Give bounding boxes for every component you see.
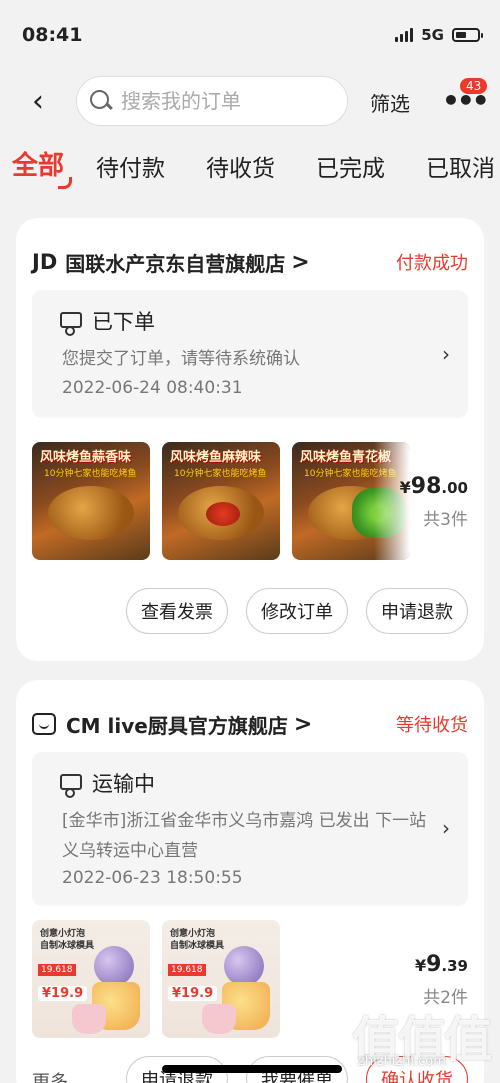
watermark-glyph: 值 <box>444 1012 493 1068</box>
price-integer: 9 <box>426 952 442 977</box>
order-card[interactable]: JD 国联水产京东自营旗舰店 > 付款成功 已下单 您提交了订单，请等待系统确认… <box>16 218 484 661</box>
shop-header[interactable]: JD 国联水产京东自营旗舰店 > 付款成功 <box>32 246 468 278</box>
chili-topping <box>206 502 240 526</box>
product-tag: 风味烤鱼蒜香味 <box>40 450 132 465</box>
order-total: ¥98.00 共3件 <box>400 474 468 530</box>
back-icon[interactable]: ‹ <box>32 82 44 122</box>
logistics-panel[interactable]: 已下单 您提交了订单，请等待系统确认 2022-06-24 08:40:31 › <box>32 290 468 418</box>
tab-pending-payment[interactable]: 待付款 <box>96 149 165 183</box>
cup-pink <box>72 1004 106 1034</box>
logistics-time: 2022-06-24 08:40:31 <box>62 378 243 398</box>
truck-icon <box>60 774 82 798</box>
search-bar[interactable] <box>76 76 348 126</box>
message-badge: 43 <box>460 78 488 94</box>
cup-pink <box>202 1004 236 1034</box>
product-tag: 创意小灯泡 自制冰球模具 <box>170 929 225 951</box>
ice-ball-mold <box>94 946 134 986</box>
home-indicator[interactable] <box>162 1065 342 1073</box>
product-list[interactable]: 风味烤鱼蒜香味 10分钟七家也能吃烤鱼 风味烤鱼麻辣味 10分钟七家也能吃烤鱼 … <box>32 442 410 560</box>
watermark-text: zhizhizhi.com <box>358 1054 446 1069</box>
tab-pending-receipt[interactable]: 待收货 <box>206 149 275 183</box>
product-thumbnail[interactable]: 创意小灯泡 自制冰球模具 19.618 ¥19.9 <box>162 920 280 1038</box>
price-decimal: .39 <box>441 957 468 975</box>
promo-badge: 19.618 <box>38 964 76 976</box>
product-subtag: 10分钟七家也能吃烤鱼 <box>44 469 137 479</box>
product-thumbnail[interactable]: 风味烤鱼麻辣味 10分钟七家也能吃烤鱼 <box>162 442 280 560</box>
currency-symbol: ¥ <box>414 956 427 975</box>
status-indicators: 5G <box>395 26 483 44</box>
product-thumbnail[interactable]: 风味烤鱼蒜香味 10分钟七家也能吃烤鱼 <box>32 442 150 560</box>
logistics-time: 2022-06-23 18:50:55 <box>62 868 243 888</box>
network-label: 5G <box>421 26 444 44</box>
nav-bar: ‹ 筛选 ••• 43 <box>0 72 500 132</box>
order-status: 等待收货 <box>396 715 468 736</box>
product-subtag: 10分钟七家也能吃烤鱼 <box>174 469 267 479</box>
logistics-panel[interactable]: 运输中 [金华市]浙江省金华市义乌市嘉鸿 已发出 下一站 义乌转运中心直营 20… <box>32 752 468 906</box>
shop-icon <box>32 713 56 735</box>
logistics-title: 已下单 <box>92 310 155 334</box>
site-watermark: 值 值 值 zhizhizhi.com <box>352 1000 492 1080</box>
chevron-right-icon: > <box>291 249 310 275</box>
logistics-desc: [金华市]浙江省金华市义乌市嘉鸿 已发出 下一站 义乌转运中心直营 <box>62 811 427 861</box>
price-integer: 98 <box>410 474 442 499</box>
signal-icon <box>395 28 414 42</box>
fish-dish <box>48 486 134 540</box>
battery-icon <box>452 28 483 42</box>
more-actions-link[interactable]: 更多 <box>32 1068 68 1083</box>
tab-active-indicator <box>58 177 72 189</box>
price: ¥98.00 <box>400 474 468 499</box>
request-refund-button[interactable]: 申请退款 <box>366 588 468 634</box>
shop-header[interactable]: CM live厨具官方旗舰店 > 等待收货 <box>32 708 468 740</box>
chevron-right-icon[interactable]: › <box>442 342 450 366</box>
promo-badge: 19.618 <box>168 964 206 976</box>
product-list[interactable]: 创意小灯泡 自制冰球模具 19.618 ¥19.9 创意小灯泡 自制冰球模具 1… <box>32 920 280 1038</box>
price: ¥9.39 <box>415 952 468 977</box>
jd-logo: JD <box>32 250 58 274</box>
product-price-tag: ¥19.9 <box>38 986 88 1001</box>
logistics-desc: 您提交了订单，请等待系统确认 <box>62 349 300 369</box>
product-thumbnail[interactable]: 创意小灯泡 自制冰球模具 19.618 ¥19.9 <box>32 920 150 1038</box>
ice-ball-mold <box>224 946 264 986</box>
product-tag: 创意小灯泡 自制冰球模具 <box>40 929 95 951</box>
product-tag: 风味烤鱼麻辣味 <box>170 450 262 465</box>
status-bar: 08:41 5G <box>0 0 500 60</box>
product-price-tag: ¥19.9 <box>168 986 218 1001</box>
search-icon <box>89 89 113 113</box>
tab-all[interactable]: 全部 <box>12 145 64 182</box>
shop-name[interactable]: 国联水产京东自营旗舰店 <box>65 248 285 277</box>
status-time: 08:41 <box>22 24 83 46</box>
chevron-right-icon[interactable]: › <box>442 816 450 840</box>
view-invoice-button[interactable]: 查看发票 <box>126 588 228 634</box>
truck-icon <box>60 312 82 336</box>
filter-button[interactable]: 筛选 <box>370 88 410 117</box>
item-count: 共3件 <box>423 510 468 530</box>
shop-name[interactable]: CM live厨具官方旗舰店 <box>66 710 288 739</box>
chevron-right-icon: > <box>293 711 313 737</box>
order-tabs: 全部 待付款 待收货 已完成 已取消 <box>0 145 500 193</box>
order-actions: 查看发票 修改订单 申请退款 <box>126 588 468 634</box>
currency-symbol: ¥ <box>399 478 411 497</box>
logistics-title: 运输中 <box>92 772 155 796</box>
tab-completed[interactable]: 已完成 <box>316 149 385 183</box>
modify-order-button[interactable]: 修改订单 <box>246 588 348 634</box>
order-status: 付款成功 <box>396 253 468 274</box>
tab-cancelled[interactable]: 已取消 <box>426 149 495 183</box>
price-decimal: .00 <box>441 479 468 497</box>
search-input[interactable] <box>121 89 321 113</box>
product-thumbnail[interactable]: 风味烤鱼青花椒 10分钟七家也能吃烤鱼 <box>292 442 410 560</box>
